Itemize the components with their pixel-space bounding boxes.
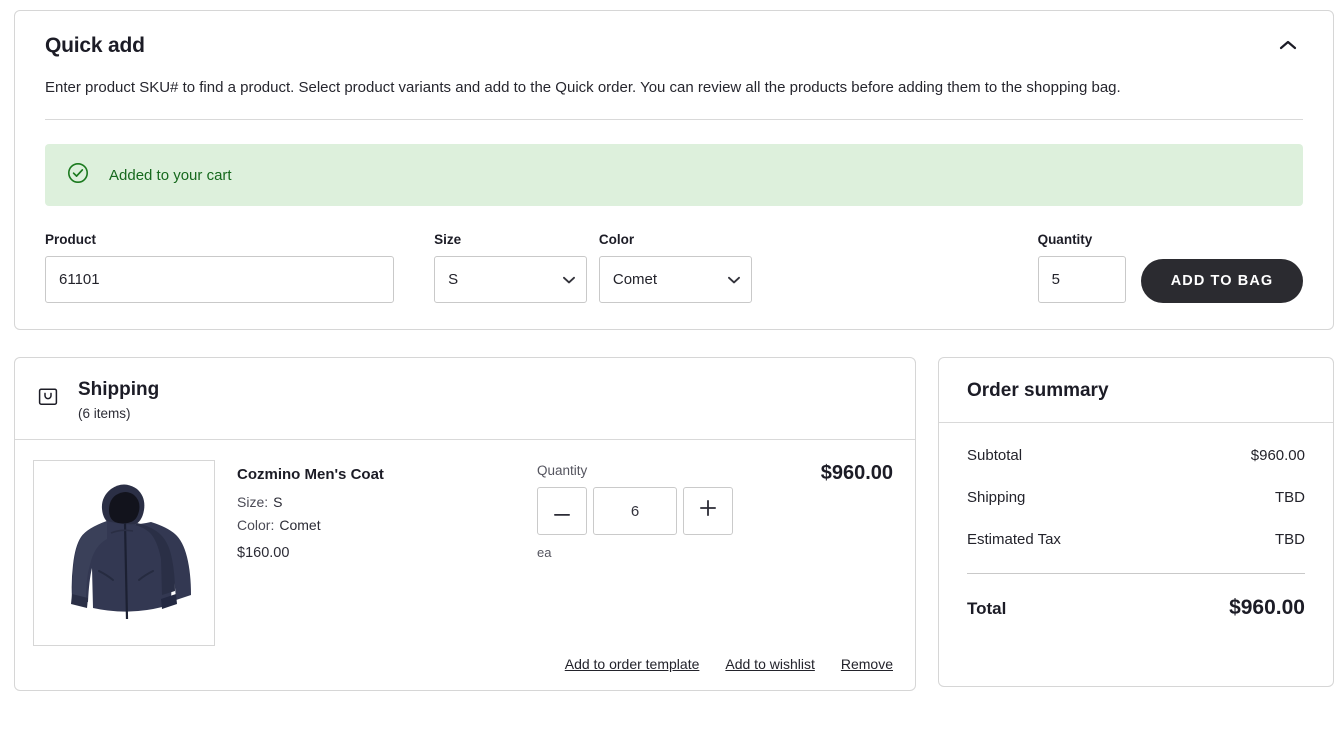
cart-item-actions: Add to order template Add to wishlist Re… [565,656,893,672]
increment-button[interactable] [683,487,733,535]
product-field-group: Product [45,232,394,303]
product-label: Product [45,232,394,247]
estimated-tax-value: TBD [1275,531,1305,548]
success-alert: Added to your cart [45,144,1303,206]
summary-divider [967,573,1305,574]
order-summary-header: Order summary [939,358,1333,423]
quick-add-form: Product Size S Color [45,232,1303,303]
page-title: Quick add [45,33,145,58]
plus-icon [700,500,716,522]
quantity-label: Quantity [1038,232,1126,247]
summary-row-subtotal: Subtotal $960.00 [967,447,1305,464]
chevron-up-icon [1279,39,1297,54]
add-to-bag-button[interactable]: ADD TO BAG [1141,259,1303,303]
quantity-stepper [537,487,787,535]
shipping-heading-text: Shipping (6 items) [78,379,159,421]
size-field-group: Size S [434,232,587,303]
item-quantity-label: Quantity [537,463,787,478]
jacket-image [49,473,199,633]
shipping-item-count: (6 items) [78,406,159,421]
alert-message: Added to your cart [109,167,232,184]
size-attr-value: S [273,494,282,510]
product-name[interactable]: Cozmino Men's Coat [237,466,537,483]
quick-add-header: Quick add [45,33,1303,58]
total-value: $960.00 [1229,596,1305,620]
cart-region: Shipping (6 items) [14,357,1335,691]
shipping-header: Shipping (6 items) [15,358,915,440]
size-attr-label: Size: [237,494,268,510]
decrement-button[interactable] [537,487,587,535]
add-to-wishlist-link[interactable]: Add to wishlist [725,656,814,672]
shipping-cost-label: Shipping [967,489,1025,506]
color-field-group: Color Comet [599,232,752,303]
color-attr-value: Comet [279,517,320,533]
estimated-tax-label: Estimated Tax [967,531,1061,548]
check-circle-icon [67,162,89,189]
order-summary-card: Order summary Subtotal $960.00 Shipping … [938,357,1334,687]
size-label: Size [434,232,587,247]
size-select[interactable]: S [434,256,587,303]
product-thumbnail[interactable] [33,460,215,646]
quantity-field-group: Quantity [1038,232,1126,303]
shipping-cost-value: TBD [1275,489,1305,506]
unit-of-measure: ea [537,545,787,560]
quantity-input[interactable] [1038,256,1126,303]
product-color-attribute: Color: Comet [237,517,537,533]
product-sku-input[interactable] [45,256,394,303]
shipping-card: Shipping (6 items) [14,357,916,691]
page-root: Quick add Enter product SKU# to find a p… [0,0,1339,691]
color-label: Color [599,232,752,247]
shopping-bag-icon [37,385,59,407]
quick-add-description: Enter product SKU# to find a product. Se… [45,78,1303,98]
quick-add-card: Quick add Enter product SKU# to find a p… [14,10,1334,330]
unit-price: $160.00 [237,545,537,561]
order-summary-body: Subtotal $960.00 Shipping TBD Estimated … [939,423,1333,646]
cart-item-details: Cozmino Men's Coat Size: S Color: Comet $1… [237,460,537,690]
cart-item-row: Cozmino Men's Coat Size: S Color: Comet $1… [15,440,915,690]
total-label: Total [967,599,1006,619]
subtotal-label: Subtotal [967,447,1022,464]
color-select[interactable]: Comet [599,256,752,303]
subtotal-value: $960.00 [1251,447,1305,464]
collapse-toggle-button[interactable] [1273,35,1303,55]
line-total: $960.00 [821,462,893,485]
item-quantity-input[interactable] [593,487,677,535]
section-divider [45,119,1303,120]
order-summary-title: Order summary [967,380,1305,402]
summary-row-shipping: Shipping TBD [967,489,1305,506]
shipping-title: Shipping [78,379,159,401]
color-attr-label: Color: [237,517,274,533]
product-size-attribute: Size: S [237,494,537,510]
summary-row-tax: Estimated Tax TBD [967,531,1305,548]
add-to-order-template-link[interactable]: Add to order template [565,656,700,672]
summary-row-total: Total $960.00 [967,596,1305,646]
minus-icon [554,500,570,522]
remove-link[interactable]: Remove [841,656,893,672]
